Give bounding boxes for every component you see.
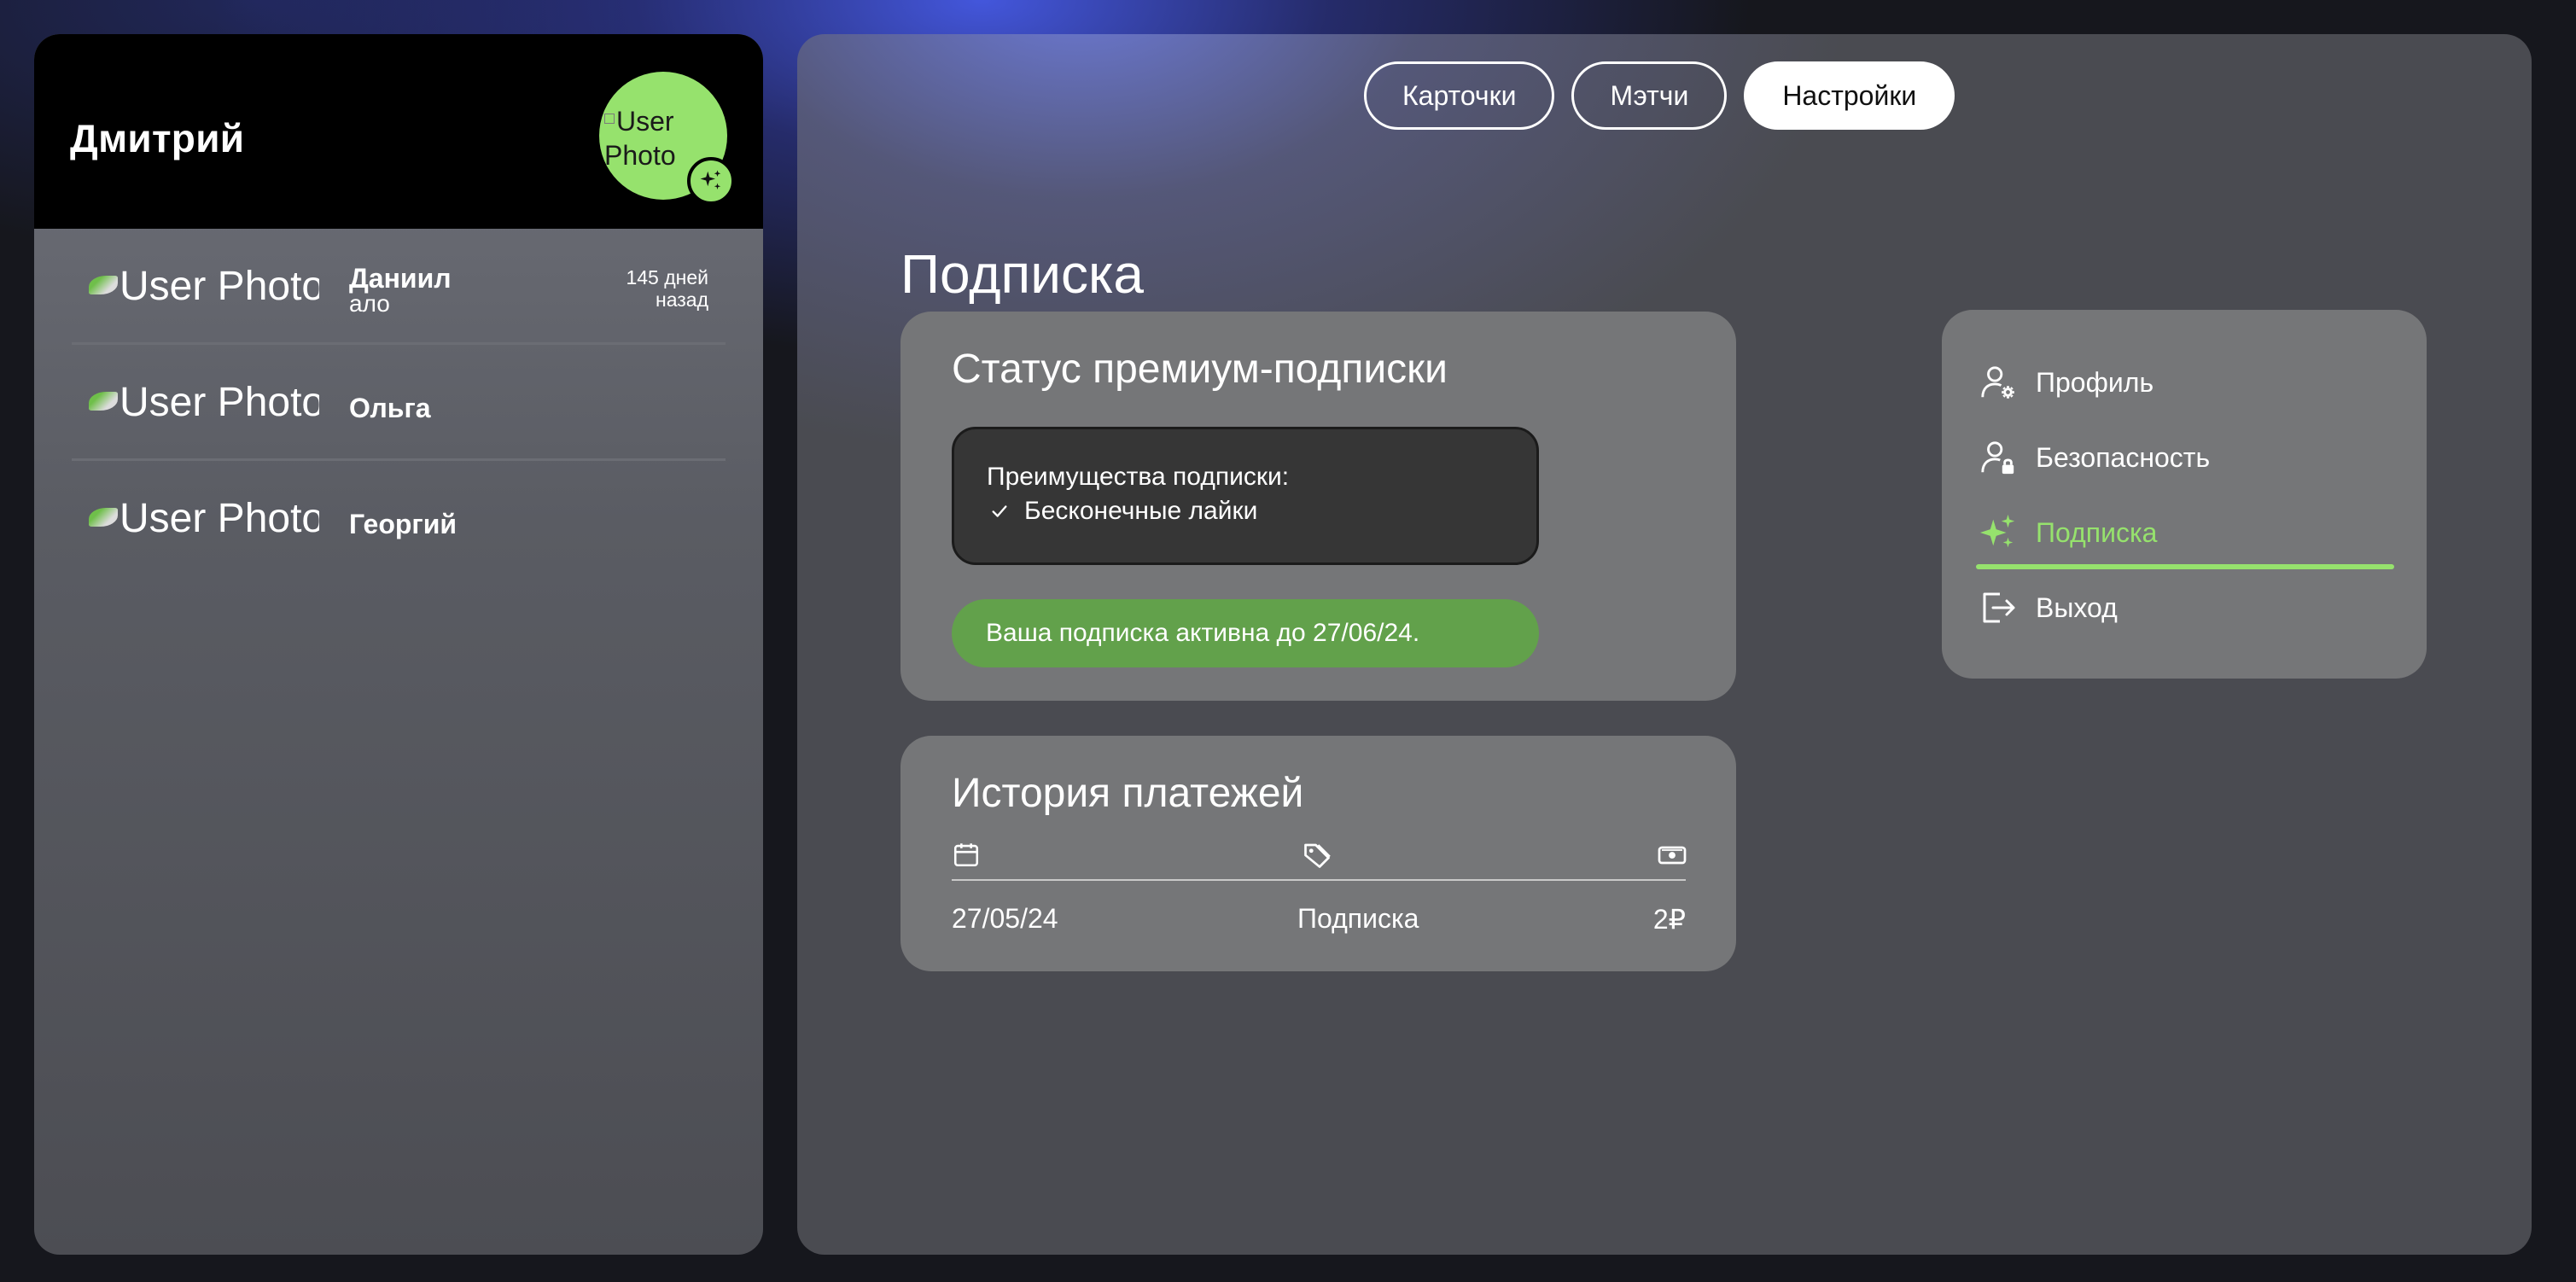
benefits-title: Преимущества подписки:: [987, 463, 1290, 491]
check-icon: [990, 502, 1024, 521]
list-item[interactable]: User Photo Ольга: [72, 345, 726, 461]
menu-item-label: Профиль: [2036, 366, 2154, 398]
menu-item-label: Выход: [2036, 591, 2118, 623]
menu-item-subscription[interactable]: Подписка: [1976, 508, 2394, 557]
logout-icon: [1976, 586, 2020, 630]
history-table-header: [952, 840, 1687, 873]
avatar-alt-text: User Photo: [604, 106, 676, 171]
chat-list: User Photo Даниил ало 145 дней назад Use…: [34, 229, 763, 577]
premium-badge: [687, 157, 735, 205]
chat-user-photo: User Photo: [89, 263, 319, 311]
broken-image-icon: [604, 114, 615, 124]
menu-item-logout[interactable]: Выход: [1976, 583, 2394, 632]
profile-header: Дмитрий User Photo: [34, 34, 763, 229]
chat-user-name: Ольга: [349, 393, 431, 423]
broken-image-icon: [89, 276, 118, 294]
menu-item-security[interactable]: Безопасность: [1976, 433, 2394, 482]
tab-settings[interactable]: Настройки: [1744, 61, 1955, 130]
page-title: Подписка: [900, 243, 1144, 305]
benefit-item: Бесконечные лайки: [987, 494, 1536, 528]
menu-item-label: Безопасность: [2036, 441, 2211, 473]
payment-date: 27/05/24: [952, 903, 1058, 934]
tag-icon: [1302, 840, 1332, 875]
active-indicator: [1976, 564, 2394, 569]
tab-cards[interactable]: Карточки: [1364, 61, 1555, 130]
settings-menu: Профиль Безопасность Подписка Выход: [1942, 310, 2427, 679]
chat-timestamp: 145 дней назад: [626, 266, 708, 311]
payment-amount: 2₽: [1652, 904, 1686, 935]
subscription-active-banner: Ваша подписка активна до 27/06/24.: [952, 599, 1539, 667]
benefit-label: Бесконечные лайки: [1024, 497, 1258, 525]
tab-matches[interactable]: Мэтчи: [1571, 61, 1728, 130]
broken-image-icon: [89, 508, 118, 527]
main-panel: Карточки Мэтчи Настройки Подписка Статус…: [797, 34, 2532, 1255]
list-item[interactable]: User Photo Даниил ало 145 дней назад: [72, 229, 726, 345]
payment-item: Подписка: [1297, 903, 1419, 934]
sparkles-icon: [700, 170, 721, 189]
current-user-name: Дмитрий: [70, 116, 245, 160]
table-row: 27/05/24 Подписка 2₽: [952, 903, 1686, 941]
list-item[interactable]: User Photo Георгий: [72, 461, 726, 577]
calendar-icon: [952, 840, 981, 873]
chat-user-photo: User Photo: [89, 495, 319, 543]
payment-history-card: История платежей 27/05/24 Подписка 2₽: [900, 736, 1736, 971]
menu-item-profile[interactable]: Профиль: [1976, 358, 2394, 407]
divider: [952, 879, 1686, 881]
broken-image-icon: [89, 392, 118, 411]
menu-item-label: Подписка: [2036, 516, 2158, 548]
user-lock-icon: [1976, 435, 2020, 480]
chat-user-name: Георгий: [349, 509, 458, 539]
user-gear-icon: [1976, 360, 2020, 405]
card-title: Статус премиум-подписки: [952, 347, 1448, 392]
card-title: История платежей: [952, 771, 1304, 816]
chat-sidebar: Дмитрий User Photo User Photo Даниил ало…: [34, 34, 763, 1255]
subscription-status-card: Статус премиум-подписки Преимущества под…: [900, 312, 1736, 701]
chat-user-photo: User Photo: [89, 379, 319, 427]
chat-last-message: ало: [349, 290, 390, 317]
sparkles-icon: [1976, 510, 2020, 555]
benefits-box: Преимущества подписки: Бесконечные лайки: [952, 427, 1539, 565]
top-nav: Карточки Мэтчи Настройки: [1364, 61, 1955, 130]
money-icon: [1657, 840, 1687, 875]
